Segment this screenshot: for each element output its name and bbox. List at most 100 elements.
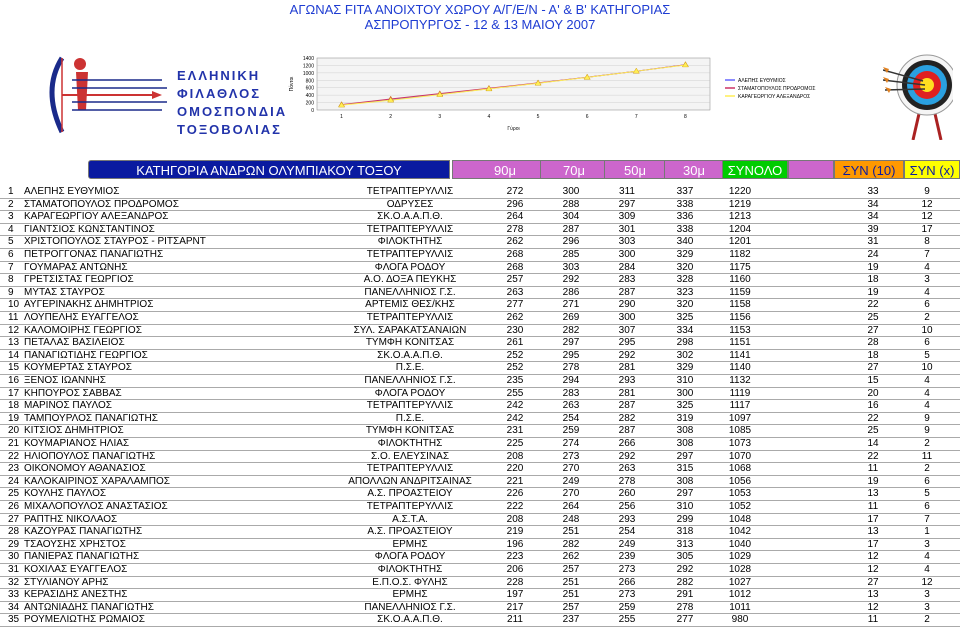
score-30m-cell: 319	[676, 412, 694, 424]
total-cell: 1085	[728, 425, 752, 437]
score-30m-cell: 299	[676, 513, 694, 525]
total-cell: 1117	[729, 400, 751, 412]
table-row: 27 ΡΑΠΤΗΣ ΝΙΚΟΛΑΟΣ Α.Σ.Τ.Α. 208 248 293 299 104…	[0, 514, 960, 527]
score-90m-cell: 196	[506, 538, 524, 550]
table-row: 2 ΣΤΑΜΑΤΟΠΟΥΛΟΣ ΠΡΟΔΡΟΜΟΣ ΟΔΡΥΣΕΣ 296 288 297…	[0, 199, 960, 212]
x-axis-label: Γύροι	[507, 125, 519, 132]
name-cell: ΚΕΡΑΣΙΔΗΣ ΑΝΕΣΤΗΣ	[24, 589, 128, 601]
score-50m-cell: 281	[618, 387, 636, 399]
total-cell: 1068	[728, 463, 752, 475]
table-row: 10 ΑΥΓΕΡΙΝΑΚΗΣ ΔΗΜΗΤΡΙΟΣ ΑΡΤΕΜΙΣ ΘΕΣ/ΚΗΣ 27…	[0, 299, 960, 312]
score-90m-cell: 277	[506, 299, 524, 311]
x-cell: 12	[921, 211, 933, 223]
club-cell: ΤΕΤΡΑΠΤΕΡΥΛΛΙΣ	[366, 312, 454, 323]
x-cell: 2	[924, 614, 930, 626]
x-tick-label: 8	[684, 114, 687, 120]
target-icon	[882, 45, 958, 141]
club-cell: ΑΠΟΛΛΩΝ ΑΝΔΡΙΤΣΑΙΝΑΣ	[348, 475, 472, 487]
score-70m-cell: 274	[562, 438, 580, 449]
club-cell: ΤΕΤΡΑΠΤΕΡΥΛΛΙΣ	[366, 463, 454, 475]
score-70m-cell: 264	[562, 501, 580, 512]
score-90m-cell: 217	[506, 601, 524, 613]
x-cell: 9	[924, 186, 930, 197]
x10-cell: 11	[867, 501, 879, 512]
x-cell: 4	[924, 564, 930, 575]
score-90m-cell: 278	[506, 223, 524, 235]
rank-cell: 29	[8, 538, 20, 550]
x-cell: 3	[924, 538, 930, 550]
x10-cell: 28	[867, 337, 879, 349]
table-row: 35 ΡΟΥΜΕΛΙΩΤΗΣ ΡΩΜΑΙΟΣ ΣΚ.Ο.Α.Α.Π.Θ. 211 237…	[0, 614, 960, 627]
score-90m-cell: 225	[506, 438, 524, 449]
score-70m-cell: 262	[562, 551, 580, 563]
name-cell: ΣΤΑΜΑΤΟΠΟΥΛΟΣ ΠΡΟΔΡΟΜΟΣ	[24, 198, 179, 210]
x10-cell: 19	[867, 475, 879, 487]
table-row: 23 ΟΙΚΟΝΟΜΟΥ ΑΘΑΝΑΣΙΟΣ ΤΕΤΡΑΠΤΕΡΥΛΛΙΣ 220 27…	[0, 463, 960, 476]
table-row: 3 ΚΑΡΑΓΕΩΡΓΙΟΥ ΑΛΕΞΑΝΔΡΟΣ ΣΚ.Ο.Α.Α.Π.Θ. 264…	[0, 211, 960, 224]
table-row: 25 ΚΟΥΛΗΣ ΠΑΥΛΟΣ Α.Σ. ΠΡΟΑΣΤΕΙΟΥ 226 270 260 2…	[0, 488, 960, 501]
x-cell: 4	[924, 261, 930, 273]
table-row: 11 ΛΟΥΠΕΛΗΣ ΕΥΑΓΓΕΛΟΣ ΤΕΤΡΑΠΤΕΡΥΛΛΙΣ 262 269…	[0, 312, 960, 325]
score-90m-cell: 272	[506, 186, 524, 197]
table-row: 28 ΚΑΖΟΥΡΑΣ ΠΑΝΑΓΙΩΤΗΣ Α.Σ. ΠΡΟΑΣΤΕΙΟΥ 219 2…	[0, 526, 960, 539]
x-cell: 3	[924, 589, 930, 601]
y-tick-label: 1400	[303, 56, 314, 62]
score-90m-cell: 264	[506, 211, 524, 223]
x-cell: 6	[924, 299, 930, 311]
y-axis-label: Πόντοι	[288, 77, 295, 92]
score-50m-cell: 293	[618, 513, 636, 525]
score-50m-cell: 290	[618, 299, 636, 311]
total-cell: 1048	[728, 513, 752, 525]
col-header-x10: ΣΥΝ (10)	[834, 160, 904, 179]
table-row: 31 ΚΟΧΙΛΑΣ ΕΥΑΓΓΕΛΟΣ ΦΙΛΟΚΤΗΤΗΣ 206 257 273 29…	[0, 564, 960, 577]
score-70m-cell: 271	[562, 299, 580, 311]
table-row: 14 ΠΑΝΑΓΙΩΤΙΔΗΣ ΓΕΩΡΓΙΟΣ ΣΚ.Ο.Α.Α.Π.Θ. 252 2…	[0, 350, 960, 363]
name-cell: ΜΑΡΙΝΟΣ ΠΑΥΛΟΣ	[24, 400, 112, 412]
x10-cell: 22	[867, 299, 879, 311]
club-cell: ΦΛΟΓΑ ΡΟΔΟΥ	[374, 261, 446, 273]
x-cell: 9	[924, 425, 930, 437]
x10-cell: 25	[867, 425, 879, 437]
rank-cell: 6	[8, 249, 14, 260]
x10-cell: 16	[867, 400, 879, 412]
results-header: ΚΑΤΗΓΟΡΙΑ ΑΝΔΡΩΝ ΟΛΥΜΠΙΑΚΟΥ ΤΟΞΟΥ 90μ 70…	[0, 160, 960, 180]
total-cell: 1070	[728, 450, 752, 462]
club-cell: ΦΙΛΟΚΤΗΤΗΣ	[377, 564, 443, 575]
score-70m-cell: 295	[562, 349, 580, 361]
score-50m-cell: 300	[618, 249, 636, 260]
score-50m-cell: 287	[618, 400, 636, 412]
club-cell: ΠΑΝΕΛΛΗΝΙΟΣ Γ.Σ.	[364, 286, 456, 298]
score-70m-cell: 288	[562, 198, 580, 210]
name-cell: ΛΟΥΠΕΛΗΣ ΕΥΑΓΓΕΛΟΣ	[24, 312, 139, 323]
score-30m-cell: 336	[676, 211, 694, 223]
table-row: 34 ΑΝΤΩΝΙΑΔΗΣ ΠΑΝΑΓΙΩΤΗΣ ΠΑΝΕΛΛΗΝΙΟΣ Γ.Σ. 2…	[0, 602, 960, 615]
score-50m-cell: 293	[618, 375, 636, 386]
score-90m-cell: 235	[506, 375, 524, 386]
legend-entry: ΣΤΑΜΑΤΟΠΟΥΛΟΣ ΠΡΟΔΡΟΜΟΣ	[738, 86, 815, 92]
club-cell: Ε.Π.Ο.Σ. ΦΥΛΗΣ	[372, 576, 448, 588]
name-cell: ΚΙΤΣΙΟΣ ΔΗΜΗΤΡΙΟΣ	[24, 425, 124, 437]
y-tick-label: 800	[306, 78, 315, 84]
x10-cell: 22	[867, 412, 879, 424]
name-cell: ΓΟΥΜΑΡΑΣ ΑΝΤΩΝΗΣ	[24, 261, 128, 273]
score-50m-cell: 266	[618, 576, 636, 588]
score-30m-cell: 292	[676, 564, 694, 575]
total-cell: 1175	[729, 261, 751, 273]
club-cell: ΦΛΟΓΑ ΡΟΔΟΥ	[374, 551, 446, 563]
x10-cell: 27	[867, 324, 879, 336]
club-cell: Π.Σ.Ε.	[395, 412, 425, 424]
score-30m-cell: 328	[676, 274, 694, 286]
table-row: 5 ΧΡΙΣΤΟΠΟΥΛΟΣ ΣΤΑΥΡΟΣ - ΡΙΤΣΑΡΝΤ ΦΙΛΟΚΤΗΤ…	[0, 236, 960, 249]
total-cell: 1159	[729, 286, 751, 298]
score-90m-cell: 257	[506, 274, 524, 286]
x10-cell: 17	[867, 513, 879, 525]
score-30m-cell: 334	[676, 324, 694, 336]
name-cell: ΑΥΓΕΡΙΝΑΚΗΣ ΔΗΜΗΤΡΙΟΣ	[24, 299, 154, 311]
y-tick-label: 1000	[303, 71, 314, 77]
name-cell: ΑΝΤΩΝΙΑΔΗΣ ΠΑΝΑΓΙΩΤΗΣ	[24, 601, 154, 613]
name-cell: ΚΑΛΟΚΑΙΡΙΝΟΣ ΧΑΡΑΛΑΜΠΟΣ	[24, 475, 170, 487]
score-50m-cell: 307	[618, 324, 636, 336]
y-tick-label: 600	[306, 86, 315, 92]
score-70m-cell: 248	[562, 513, 580, 525]
x10-cell: 22	[867, 450, 879, 462]
